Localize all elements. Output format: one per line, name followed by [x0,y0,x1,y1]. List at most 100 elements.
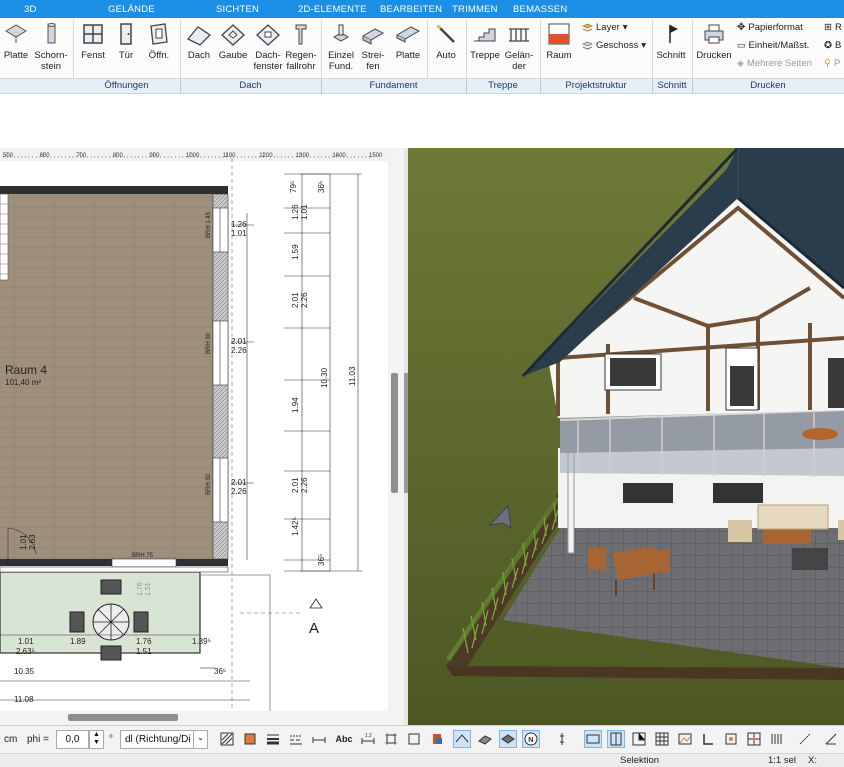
schornstein-button[interactable]: Schorn- stein [32,21,70,72]
gaube-button[interactable]: Gaube [218,21,248,61]
cut-tool-r[interactable]: ⊞ R [824,22,842,33]
view-tl-button[interactable] [699,730,717,748]
surface-button[interactable] [499,730,517,748]
tab-trimmen[interactable]: TRIMMEN [452,4,498,15]
dimension: 2.26 [231,487,247,496]
auto-button[interactable]: Auto [430,21,462,61]
view-plan-button[interactable] [630,730,648,748]
app-window: 3D GELÄNDE SICHTEN 2D-ELEMENTE BEARBEITE… [0,0,844,767]
text-tool-button[interactable]: Abc [333,730,355,748]
texture-button[interactable] [476,730,494,748]
schnitt-button[interactable]: Schnitt [654,21,688,61]
treppe-button[interactable]: Treppe [468,21,502,61]
fill-color-icon [244,733,256,745]
phi-stepper[interactable]: ▲ ▼ [89,730,104,749]
tab-bemassen[interactable]: BEMASSEN [513,4,567,15]
roof-view-icon [455,734,469,743]
regenfallrohr-button[interactable]: Regen- fallrohr [284,21,318,72]
group-treppe: Treppe [488,80,518,91]
view-split-button[interactable] [607,730,625,748]
level-icon [560,733,564,745]
chevron-down-icon[interactable]: ⌄ [193,730,208,749]
snap-hatch-button[interactable] [768,730,786,748]
platte-button[interactable]: Platte [2,21,30,61]
tuer-button[interactable]: Tür [112,21,140,61]
cut-tool-p[interactable]: ⚲ P [824,58,840,69]
layer-dropdown[interactable]: Layer ▾ [582,22,628,33]
object-icon [433,734,442,744]
foundation-strip-icon [361,28,385,45]
section-flag-icon [669,25,678,43]
ruler-label: 600 [40,153,51,159]
snap-grid-button[interactable] [745,730,763,748]
brh-label: BRH 1.45 [206,211,212,238]
north-button[interactable]: N [522,730,540,748]
snap-angle-button[interactable] [822,730,840,748]
papierformat-button[interactable]: ✥ Papierformat [737,22,803,33]
geschoss-dropdown[interactable]: Geschoss ▾ [582,40,646,51]
drucken-button[interactable]: Drucken [694,21,734,61]
horizontal-scrollbar-track[interactable] [0,711,388,725]
line-style-button[interactable] [287,730,305,748]
dimension: 1.51 [145,582,152,596]
area-tool-button[interactable] [405,730,423,748]
einheit-button[interactable]: ▭ Einheit/Maßst. [737,40,809,51]
corner-icon [703,734,713,745]
hatch-tool-button[interactable] [218,730,236,748]
tab-gelaende[interactable]: GELÄNDE [108,4,155,15]
fenster-button[interactable]: Fenst [78,21,108,61]
dimension: 1.51 [136,647,152,656]
stair [0,193,9,281]
oeffnung-button[interactable]: Öffn. [144,21,174,61]
frame-tool-button[interactable] [382,730,400,748]
raum-button[interactable]: Raum [543,21,575,61]
roof-view-button[interactable] [453,730,471,748]
line-weight-button[interactable] [264,730,282,748]
view-grid-button[interactable] [653,730,671,748]
tab-sichten[interactable]: SICHTEN [216,4,259,15]
vertical-scrollbar-thumb[interactable] [391,373,398,493]
view-image-button[interactable] [676,730,694,748]
dimension-style-button[interactable] [310,730,328,748]
tab-3d[interactable]: 3D [24,4,37,15]
streifenfundament-button[interactable]: Strei- fen [358,21,388,72]
layers-icon [582,23,593,32]
dimension: 2.26 [300,477,309,493]
grid-icon: ⊞ [824,22,832,33]
dach-button[interactable]: Dach [184,21,214,61]
dachfenster-button[interactable]: Dach- fenster [252,21,284,72]
separator [466,20,467,78]
dimension: 11.08 [14,695,34,704]
horizontal-scrollbar-thumb[interactable] [68,714,178,721]
tab-bearbeiten[interactable]: BEARBEITEN [380,4,442,15]
3d-view[interactable] [408,148,844,725]
dimension: 2.01 [231,337,247,346]
north-icon: N [524,732,538,746]
platte-fundament-button[interactable]: Platte [392,21,424,61]
tab-2d-elemente[interactable]: 2D-ELEMENTE [298,4,367,15]
group-projektstruktur: Projektstruktur [565,80,627,91]
plot-outline [200,574,271,725]
window [212,457,229,523]
gelaender-button[interactable]: Gelän- der [502,21,536,72]
ruler-icon: ▭ [737,40,746,50]
cut-tool-b[interactable]: ✪ B [824,40,841,51]
separator [540,20,541,78]
window [212,320,229,386]
snap-point-button[interactable] [722,730,740,748]
floor-plan-view[interactable]: 500 600 700 800 900 1000 1100 1200 1300 1400 1500 … [0,148,404,725]
section-marker-icon[interactable] [309,598,323,609]
snap-ortho-button[interactable] [796,730,814,748]
object-tool-button[interactable] [428,730,446,748]
phi-input[interactable]: 0,0 [56,730,89,749]
view-2d-button[interactable] [584,730,602,748]
einzelfundament-button[interactable]: Einzel Fund. [326,21,356,72]
slab-icon [5,24,27,43]
level-button[interactable] [553,730,571,748]
separator [73,20,74,78]
total-dimension: 11.03 [348,366,357,386]
bars-icon [771,734,782,744]
dimension-tool-button[interactable]: 1.2 [359,730,377,748]
mehrere-seiten-button[interactable]: ◈ Mehrere Seiten [737,58,812,69]
fill-tool-button[interactable] [241,730,259,748]
